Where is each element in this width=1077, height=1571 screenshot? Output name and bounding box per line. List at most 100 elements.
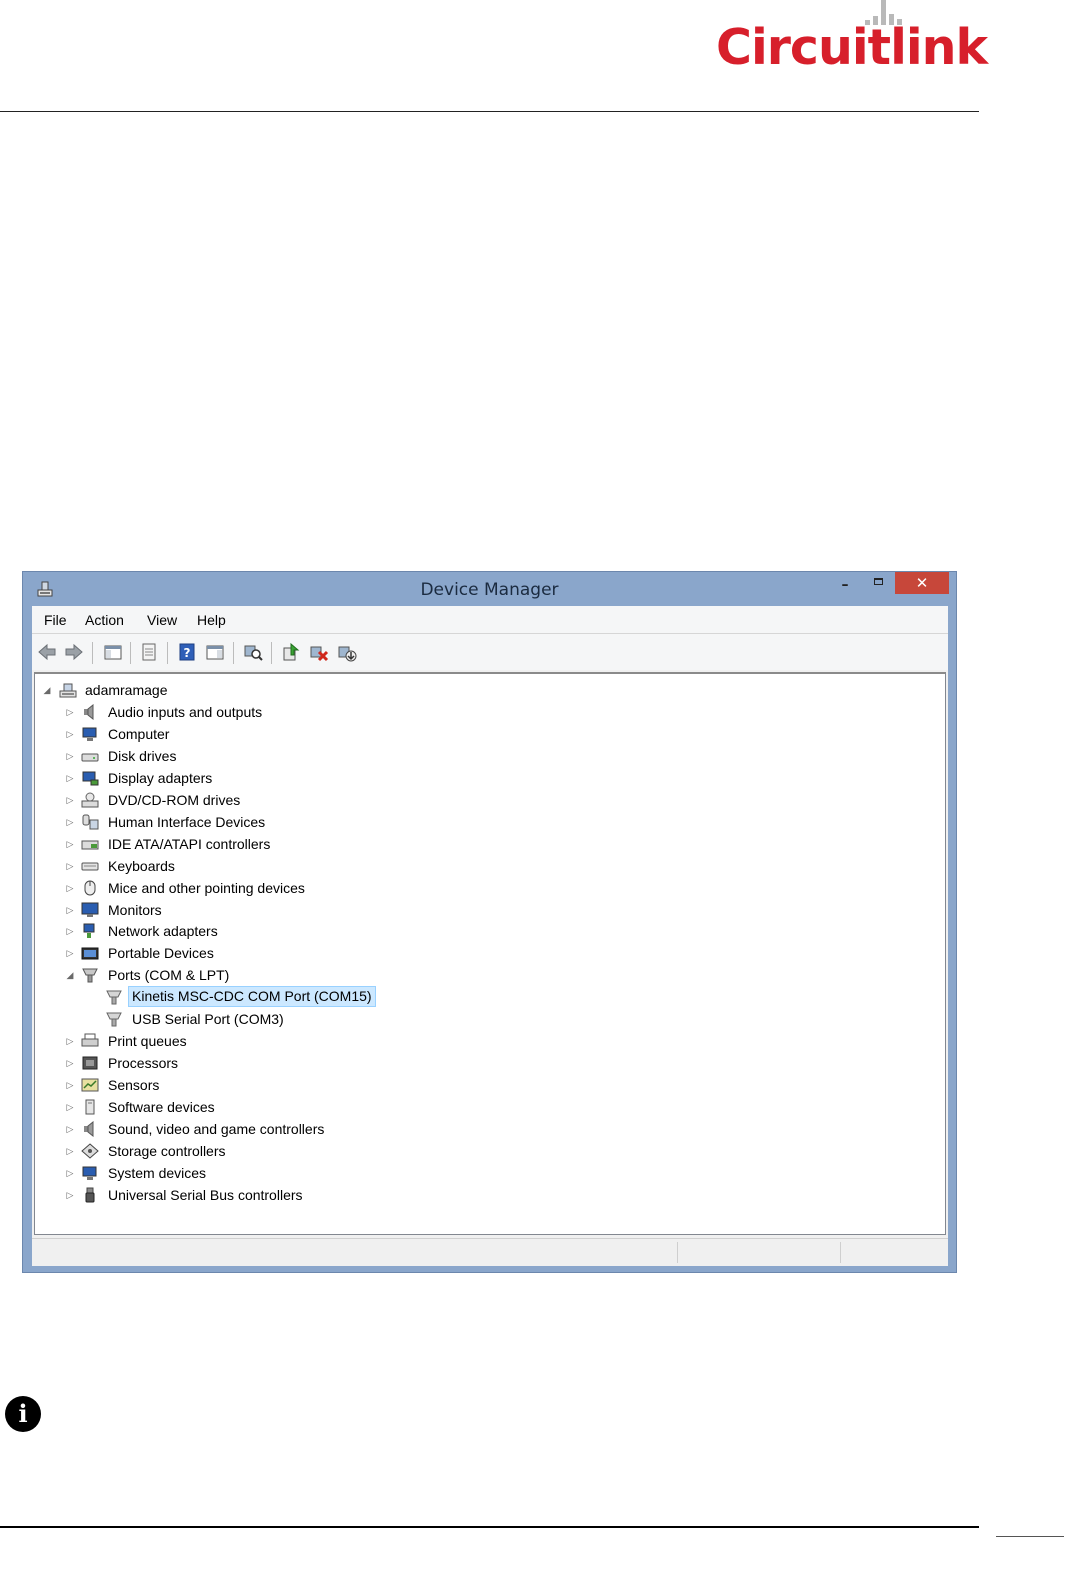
computer-root-icon: [59, 683, 77, 698]
show-hide-console-tree-icon[interactable]: [103, 642, 123, 662]
display-adapter-icon: [82, 771, 99, 786]
expand-arrow-icon[interactable]: ▷: [64, 900, 76, 920]
storage-controller-icon: [81, 1143, 99, 1159]
tree-device-item[interactable]: USB Serial Port (COM3): [105, 1009, 505, 1029]
tree-category-label: Portable Devices: [108, 945, 214, 961]
tree-category-monitors[interactable]: ▷ Monitors: [64, 900, 464, 920]
tree-device-label: Kinetis MSC-CDC COM Port (COM15): [128, 986, 376, 1007]
footer-divider: [0, 1526, 979, 1528]
back-icon[interactable]: [37, 642, 57, 662]
tree-category-human-interface-devices[interactable]: ▷ Human Interface Devices: [64, 812, 464, 832]
menu-action[interactable]: Action: [85, 612, 124, 628]
expand-arrow-icon[interactable]: ▷: [64, 746, 76, 766]
expand-arrow-icon[interactable]: ▷: [64, 921, 76, 941]
expand-arrow-icon[interactable]: ▷: [64, 724, 76, 744]
maximize-button[interactable]: [866, 572, 894, 594]
collapse-arrow-icon[interactable]: ◢: [41, 680, 53, 700]
properties-icon[interactable]: [139, 642, 159, 662]
toolbar-separator: [130, 642, 131, 664]
tree-category-sound-video-and-game-controllers[interactable]: ▷ Sound, video and game controllers: [64, 1119, 464, 1139]
sensor-icon: [81, 1078, 99, 1092]
tree-root[interactable]: ◢ adamramage: [41, 680, 241, 700]
collapse-arrow-icon[interactable]: ◢: [64, 965, 76, 985]
hid-icon: [82, 814, 99, 830]
tree-category-portable-devices[interactable]: ▷ Portable Devices: [64, 943, 464, 963]
port-icon: [82, 968, 98, 983]
menu-help[interactable]: Help: [197, 612, 226, 628]
tree-category-processors[interactable]: ▷ Processors: [64, 1053, 464, 1073]
tree-category-network-adapters[interactable]: ▷ Network adapters: [64, 921, 464, 941]
toolbar-separator: [233, 642, 234, 664]
expand-arrow-icon[interactable]: ▷: [64, 1053, 76, 1073]
uninstall-device-icon[interactable]: [309, 642, 329, 662]
tree-category-mice-and-other-pointing-devices[interactable]: ▷ Mice and other pointing devices: [64, 878, 464, 898]
expand-arrow-icon[interactable]: ▷: [64, 812, 76, 832]
expand-arrow-icon[interactable]: ▷: [64, 1097, 76, 1117]
processor-icon: [82, 1056, 98, 1070]
expand-arrow-icon[interactable]: ▷: [64, 790, 76, 810]
tree-category-label: Disk drives: [108, 748, 177, 764]
forward-icon[interactable]: [64, 642, 84, 662]
tree-category-label: Software devices: [108, 1099, 215, 1115]
network-adapter-icon: [83, 923, 95, 938]
device-tree[interactable]: ◢ adamramage ▷ Audio inputs and outputs ▷ C…: [34, 672, 946, 1235]
tree-category-keyboards[interactable]: ▷ Keyboards: [64, 856, 464, 876]
tree-category-print-queues[interactable]: ▷ Print queues: [64, 1031, 464, 1051]
ide-controller-icon: [81, 840, 99, 850]
update-driver-icon[interactable]: [281, 642, 301, 662]
tree-category-label: Storage controllers: [108, 1143, 226, 1159]
expand-arrow-icon[interactable]: ▷: [64, 1163, 76, 1183]
menu-file[interactable]: File: [44, 612, 67, 628]
close-button[interactable]: ✕: [895, 572, 949, 594]
tree-category-ports-com-lpt[interactable]: ◢ Ports (COM & LPT): [64, 965, 464, 985]
maximize-icon: [874, 578, 883, 585]
tree-category-system-devices[interactable]: ▷ System devices: [64, 1163, 464, 1183]
expand-arrow-icon[interactable]: ▷: [64, 1031, 76, 1051]
toolbar: ?: [32, 634, 948, 670]
speaker-icon: [84, 704, 94, 720]
help-icon[interactable]: ?: [177, 642, 197, 662]
keyboard-icon: [81, 862, 99, 871]
expand-arrow-icon[interactable]: ▷: [64, 702, 76, 722]
expand-arrow-icon[interactable]: ▷: [64, 1141, 76, 1161]
title-bar[interactable]: Device Manager – ✕: [23, 572, 956, 606]
tree-device-item[interactable]: Kinetis MSC-CDC COM Port (COM15): [105, 986, 505, 1007]
expand-arrow-icon[interactable]: ▷: [64, 834, 76, 854]
tree-category-computer[interactable]: ▷ Computer: [64, 724, 464, 744]
device-manager-window: Device Manager – ✕ File Action View Help: [22, 571, 957, 1273]
computer-icon: [82, 727, 97, 741]
header-divider: [0, 111, 979, 112]
expand-arrow-icon[interactable]: ▷: [64, 856, 76, 876]
tree-category-dvd-cd-rom-drives[interactable]: ▷ DVD/CD-ROM drives: [64, 790, 464, 810]
show-hide-action-pane-icon[interactable]: [205, 642, 225, 662]
system-device-icon: [82, 1166, 97, 1180]
tree-category-display-adapters[interactable]: ▷ Display adapters: [64, 768, 464, 788]
tree-category-label: Processors: [108, 1055, 179, 1071]
expand-arrow-icon[interactable]: ▷: [64, 878, 76, 898]
disk-drive-icon: [81, 753, 99, 762]
expand-arrow-icon[interactable]: ▷: [64, 1075, 76, 1095]
expand-arrow-icon[interactable]: ▷: [64, 1185, 76, 1205]
scan-hardware-icon[interactable]: [243, 642, 263, 662]
tree-category-label: Sound, video and game controllers: [108, 1121, 325, 1137]
tree-category-sensors[interactable]: ▷ Sensors: [64, 1075, 464, 1095]
tree-category-label: Mice and other pointing devices: [108, 880, 305, 896]
status-bar-divider: [677, 1242, 678, 1263]
tree-category-audio-inputs-and-outputs[interactable]: ▷ Audio inputs and outputs: [64, 702, 464, 722]
com-port-icon: [106, 990, 122, 1005]
tree-category-storage-controllers[interactable]: ▷ Storage controllers: [64, 1141, 464, 1161]
minimize-button[interactable]: –: [831, 572, 859, 594]
tree-category-software-devices[interactable]: ▷ Software devices: [64, 1097, 464, 1117]
tree-category-ide-ata-atapi-controllers[interactable]: ▷ IDE ATA/ATAPI controllers: [64, 834, 464, 854]
tree-category-universal-serial-bus-controllers[interactable]: ▷ Universal Serial Bus controllers: [64, 1185, 464, 1205]
enable-device-icon[interactable]: [337, 642, 357, 662]
tree-category-label: Print queues: [108, 1033, 187, 1049]
expand-arrow-icon[interactable]: ▷: [64, 1119, 76, 1139]
tree-category-label: Universal Serial Bus controllers: [108, 1187, 303, 1203]
tree-category-disk-drives[interactable]: ▷ Disk drives: [64, 746, 464, 766]
expand-arrow-icon[interactable]: ▷: [64, 768, 76, 788]
menu-view[interactable]: View: [147, 612, 177, 628]
tree-category-label: Ports (COM & LPT): [108, 967, 230, 983]
status-bar: [32, 1238, 948, 1266]
expand-arrow-icon[interactable]: ▷: [64, 943, 76, 963]
